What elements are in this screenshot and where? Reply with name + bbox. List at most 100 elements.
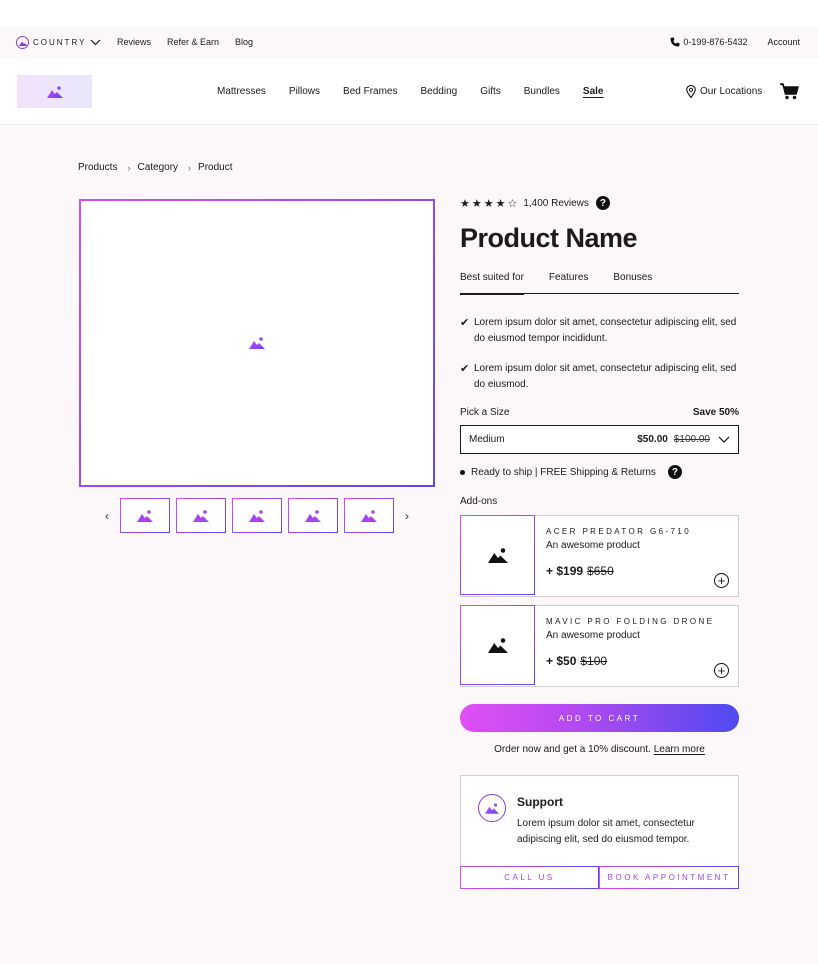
addon-current-price: + $50 <box>546 654 577 668</box>
addon-title: ACER PREDATOR G6-710 <box>546 527 692 536</box>
learn-more-link[interactable]: Learn more <box>654 744 705 755</box>
breadcrumb-category[interactable]: Category <box>137 162 178 173</box>
country-label: COUNTRY <box>33 38 87 47</box>
size-select[interactable]: Medium $50.00 $100.00 <box>460 425 739 454</box>
feature-text: Lorem ipsum dolor sit amet, consectetur … <box>474 317 737 344</box>
image-placeholder-icon <box>305 509 321 522</box>
addon-subtitle: An awesome product <box>546 630 640 641</box>
chevron-down-icon <box>718 436 730 443</box>
call-us-button[interactable]: CALL US <box>460 866 599 889</box>
product-page: Products › Category › Product ‹ › ★★★★☆ … <box>0 125 818 964</box>
check-icon: ✔ <box>460 363 470 375</box>
thumbnail[interactable] <box>344 498 394 533</box>
addon-original-price: $100 <box>580 654 608 668</box>
support-actions: CALL US BOOK APPOINTMENT <box>460 866 739 889</box>
image-placeholder-icon <box>249 337 265 349</box>
image-placeholder-icon <box>249 509 265 522</box>
product-tabs: Best suited for Features Bonuses <box>460 267 739 295</box>
image-placeholder-icon <box>485 802 499 814</box>
rating-row: ★★★★☆ 1,400 Reviews ? <box>460 195 739 211</box>
list-item: ✔ Lorem ipsum dolor sit amet, consectetu… <box>460 361 739 393</box>
addon-card[interactable]: MAVIC PRO FOLDING DRONE An awesome produ… <box>460 605 739 687</box>
addon-current-price: + $199 <box>546 564 584 578</box>
locations-label: Our Locations <box>700 86 763 97</box>
utility-right: 0-199-876-5432 Account <box>670 37 800 47</box>
feature-text: Lorem ipsum dolor sit amet, consectetur … <box>474 363 737 390</box>
support-card: Support Lorem ipsum dolor sit amet, cons… <box>460 775 739 889</box>
link-refer-earn[interactable]: Refer & Earn <box>167 37 219 47</box>
nav-bundles[interactable]: Bundles <box>524 86 560 97</box>
main-navigation: Mattresses Pillows Bed Frames Bedding Gi… <box>0 59 818 125</box>
cart-button[interactable] <box>780 83 799 103</box>
image-placeholder-icon <box>137 509 153 522</box>
add-addon-icon[interactable]: + <box>714 663 729 678</box>
image-placeholder-icon <box>361 509 377 522</box>
pick-size-label: Pick a Size <box>460 407 510 418</box>
addon-title: MAVIC PRO FOLDING DRONE <box>546 617 715 626</box>
check-icon: ✔ <box>460 317 470 329</box>
support-description: Lorem ipsum dolor sit amet, consectetur … <box>517 818 695 845</box>
image-placeholder-icon <box>46 85 63 98</box>
addon-image <box>460 605 535 685</box>
addon-info: MAVIC PRO FOLDING DRONE An awesome produ… <box>535 606 714 686</box>
logo[interactable] <box>17 75 92 108</box>
account-link[interactable]: Account <box>767 37 800 47</box>
addon-card[interactable]: ACER PREDATOR G6-710 An awesome product … <box>460 515 739 597</box>
main-product-image[interactable] <box>79 199 435 487</box>
thumbnail[interactable] <box>120 498 170 533</box>
help-icon[interactable]: ? <box>595 196 610 210</box>
thumbnail[interactable] <box>288 498 338 533</box>
next-arrow-icon[interactable]: › <box>400 509 414 523</box>
breadcrumb-products[interactable]: Products <box>78 162 117 173</box>
our-locations-link[interactable]: Our Locations <box>686 85 762 98</box>
save-badge: Save 50% <box>692 407 739 418</box>
country-selector[interactable]: COUNTRY <box>16 36 101 49</box>
star-rating-icon: ★★★★☆ <box>460 197 520 210</box>
tab-best-suited-for[interactable]: Best suited for <box>460 267 524 295</box>
globe-icon <box>16 36 29 49</box>
tab-features[interactable]: Features <box>549 267 588 293</box>
book-appointment-button[interactable]: BOOK APPOINTMENT <box>599 866 739 889</box>
addon-image <box>460 515 535 595</box>
addon-price: + $50 $100 <box>546 654 714 668</box>
add-addon-icon[interactable]: + <box>714 573 729 588</box>
reviews-count[interactable]: 1,400 Reviews <box>523 198 589 209</box>
original-price: $100.00 <box>673 434 710 445</box>
phone-icon <box>670 37 680 47</box>
nav-sale[interactable]: Sale <box>583 86 604 97</box>
addon-info: ACER PREDATOR G6-710 An awesome product … <box>535 516 691 596</box>
prev-arrow-icon[interactable]: ‹ <box>100 509 114 523</box>
help-icon[interactable]: ? <box>667 465 682 479</box>
support-icon <box>478 794 506 822</box>
image-placeholder-icon <box>487 547 508 563</box>
breadcrumb-product: Product <box>198 162 233 173</box>
link-reviews[interactable]: Reviews <box>117 37 151 47</box>
utility-bar: COUNTRY Reviews Refer & Earn Blog 0-199-… <box>0 27 818 59</box>
nav-bed-frames[interactable]: Bed Frames <box>343 86 397 97</box>
thumbnail[interactable] <box>176 498 226 533</box>
nav-mattresses[interactable]: Mattresses <box>217 86 266 97</box>
cart-icon <box>780 83 799 100</box>
size-header: Pick a Size Save 50% <box>460 407 739 418</box>
add-to-cart-button[interactable]: ADD TO CART <box>460 704 739 732</box>
size-value: Medium <box>469 434 505 445</box>
shipping-text: Ready to ship | FREE Shipping & Returns <box>471 466 656 478</box>
nav-links: Mattresses Pillows Bed Frames Bedding Gi… <box>217 86 626 97</box>
chevron-right-icon: › <box>127 162 131 173</box>
nav-gifts[interactable]: Gifts <box>480 86 501 97</box>
product-details: ★★★★☆ 1,400 Reviews ? Product Name Best … <box>460 195 739 889</box>
addons-label: Add-ons <box>460 496 498 507</box>
nav-bedding[interactable]: Bedding <box>421 86 458 97</box>
thumbnail[interactable] <box>232 498 282 533</box>
current-price: $50.00 <box>637 434 668 445</box>
list-item: ✔ Lorem ipsum dolor sit amet, consectetu… <box>460 315 739 347</box>
phone-link[interactable]: 0-199-876-5432 <box>670 37 747 47</box>
image-placeholder-icon <box>487 637 508 653</box>
discount-text: Order now and get a 10% discount. <box>494 744 651 755</box>
nav-pillows[interactable]: Pillows <box>289 86 320 97</box>
chevron-down-icon <box>90 39 101 46</box>
link-blog[interactable]: Blog <box>235 37 253 47</box>
location-pin-icon <box>686 85 696 98</box>
tab-bonuses[interactable]: Bonuses <box>613 267 652 293</box>
phone-number: 0-199-876-5432 <box>683 37 748 47</box>
